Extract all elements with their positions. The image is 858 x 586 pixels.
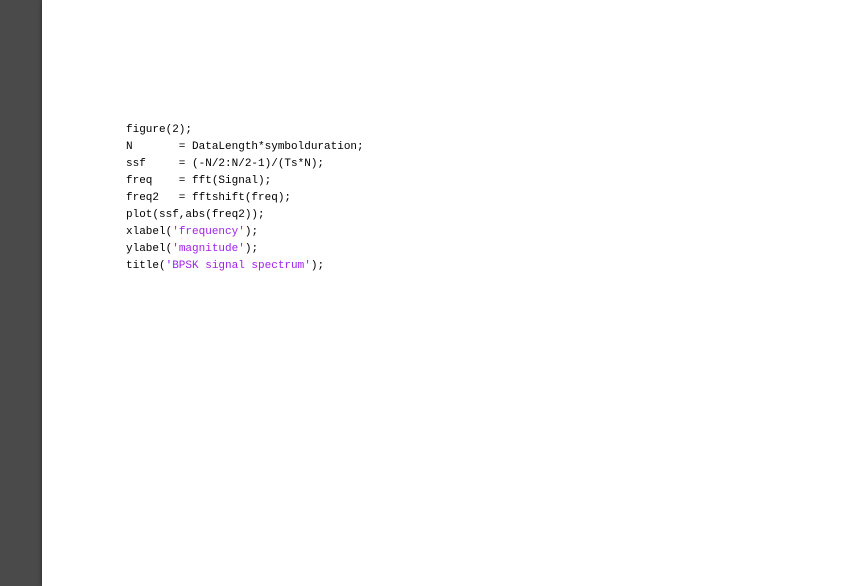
code-line-end: );: [311, 260, 324, 272]
code-line: plot(ssf,abs(freq2));: [126, 209, 265, 221]
code-line: figure(2);: [126, 124, 192, 136]
string-literal: 'magnitude': [172, 243, 245, 255]
code-line: N = DataLength*symbolduration;: [126, 141, 364, 153]
code-line: freq2 = fftshift(freq);: [126, 192, 291, 204]
code-line-end: );: [245, 226, 258, 238]
document-page: figure(2); N = DataLength*symbolduration…: [42, 0, 858, 586]
code-line: ylabel(: [126, 243, 172, 255]
viewer-left-margin: [0, 0, 42, 586]
code-line: freq = fft(Signal);: [126, 175, 271, 187]
code-block: figure(2); N = DataLength*symbolduration…: [126, 122, 364, 275]
code-line: ssf = (-N/2:N/2-1)/(Ts*N);: [126, 158, 324, 170]
string-literal: 'frequency': [172, 226, 245, 238]
code-line: title(: [126, 260, 166, 272]
string-literal: 'BPSK signal spectrum': [166, 260, 311, 272]
code-line: xlabel(: [126, 226, 172, 238]
code-line-end: );: [245, 243, 258, 255]
